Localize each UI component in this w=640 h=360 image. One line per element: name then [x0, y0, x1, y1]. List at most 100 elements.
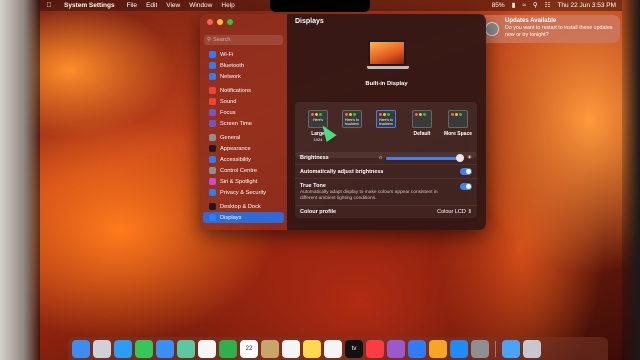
podcasts-icon[interactable]: [387, 339, 405, 358]
colour-profile-value: Colour LCD: [437, 209, 466, 215]
safari-icon[interactable]: [114, 339, 132, 358]
dock: 22 tv: [68, 337, 608, 360]
general-icon: [209, 134, 216, 141]
brightness-slider[interactable]: [386, 154, 465, 162]
sidebar-item-label: Accessibility: [220, 156, 251, 163]
menu-window[interactable]: Window: [189, 0, 212, 11]
menu-edit[interactable]: Edit: [146, 0, 157, 11]
search-input[interactable]: ⚲ Search: [204, 35, 283, 45]
maps-icon[interactable]: [177, 339, 195, 358]
wifi-icon[interactable]: ≈: [522, 0, 526, 11]
launchpad-icon[interactable]: [93, 339, 111, 358]
resolution-preview-text: Here's to troublem: [379, 118, 393, 126]
calendar-icon[interactable]: 22: [240, 339, 258, 358]
chevron-updown-icon: ⇕: [467, 209, 472, 215]
music-icon[interactable]: [366, 339, 384, 358]
display-base: [367, 66, 409, 69]
sidebar-item-focus[interactable]: Focus: [203, 107, 284, 118]
apple-menu-icon[interactable]: : [40, 0, 58, 11]
resolution-thumbnail: Here's to troublem: [342, 110, 362, 128]
battery-percent[interactable]: 85%: [492, 0, 505, 11]
control-centre-icon[interactable]: ☷: [545, 0, 551, 11]
brightness-label: Brightness: [300, 155, 329, 161]
camera-notch: [270, 0, 370, 12]
colour-profile-row: Colour profile Colour LCD ⇕: [295, 206, 477, 218]
close-button[interactable]: [207, 19, 213, 25]
search-icon: ⚲: [207, 37, 212, 43]
sidebar-item-label: Network: [220, 73, 241, 80]
menu-help[interactable]: Help: [221, 0, 234, 11]
photos-icon[interactable]: [198, 339, 216, 358]
sidebar-item-wi-fi[interactable]: Wi-Fi: [203, 49, 284, 60]
menu-view[interactable]: View: [166, 0, 180, 11]
accessibility-icon: [209, 156, 216, 163]
sidebar-item-bluetooth[interactable]: Bluetooth: [203, 60, 284, 71]
control-centre-icon: [209, 167, 216, 174]
keynote-icon[interactable]: [408, 339, 426, 358]
pages-icon[interactable]: [429, 339, 447, 358]
background-right-edge: [622, 0, 640, 360]
auto-brightness-toggle[interactable]: [460, 168, 472, 175]
sidebar-item-accessibility[interactable]: Accessibility: [203, 154, 284, 165]
sidebar-item-control-centre[interactable]: Control Centre: [203, 165, 284, 176]
contacts-icon[interactable]: [261, 339, 279, 358]
sidebar-item-screen-time[interactable]: Screen Time: [203, 118, 284, 129]
notes-icon[interactable]: [303, 339, 321, 358]
minimize-button[interactable]: [217, 19, 223, 25]
page-title: Displays: [295, 18, 324, 25]
true-tone-toggle[interactable]: [460, 183, 472, 190]
sidebar-item-appearance[interactable]: Appearance: [203, 143, 284, 154]
sidebar-item-siri-spotlight[interactable]: Siri & Spotlight: [203, 176, 284, 187]
finder-icon[interactable]: [72, 339, 90, 358]
colour-profile-select[interactable]: Colour LCD ⇕: [437, 209, 472, 215]
messages-icon[interactable]: [135, 339, 153, 358]
resolution-option[interactable]: Default: [407, 110, 437, 137]
resolution-option[interactable]: Here's to troublem: [337, 110, 367, 131]
brightness-slider-knob[interactable]: [456, 154, 465, 162]
trash-icon[interactable]: [523, 339, 541, 358]
facetime-icon[interactable]: [219, 339, 237, 358]
screen-time-icon: [209, 120, 216, 127]
menu-file[interactable]: File: [127, 0, 137, 11]
app-store-icon[interactable]: [450, 339, 468, 358]
mail-icon[interactable]: [156, 339, 174, 358]
resolution-preview-text: Here's: [312, 118, 323, 122]
freeform-icon[interactable]: [324, 339, 342, 358]
sidebar-item-privacy-security[interactable]: Privacy & Security: [203, 187, 284, 198]
sidebar-group: Notifications Sound Focus Screen Time: [200, 85, 287, 129]
downloads-icon[interactable]: [502, 339, 520, 358]
bluetooth-icon: [209, 62, 216, 69]
tv-icon[interactable]: tv: [345, 339, 363, 358]
battery-icon[interactable]: ▮: [512, 0, 516, 11]
dock-separator: [495, 340, 496, 357]
display-thumbnail: [367, 40, 409, 70]
resolution-option[interactable]: More Space: [443, 110, 473, 137]
resolution-option[interactable]: Here's to troublem: [371, 110, 401, 131]
sidebar-item-network[interactable]: Network: [203, 71, 284, 82]
sidebar-item-label: General: [220, 134, 241, 141]
resolution-label: Default: [413, 131, 431, 137]
sidebar-item-sound[interactable]: Sound: [203, 96, 284, 107]
menu-app-name[interactable]: System Settings: [64, 0, 115, 11]
display-settings-list: Brightness ☼ ☀ Automatically adjust brig…: [295, 152, 477, 218]
true-tone-row: True Tone Automatically adapt display to…: [295, 179, 477, 206]
sidebar-item-notifications[interactable]: Notifications: [203, 85, 284, 96]
sidebar-item-label: Siri & Spotlight: [220, 178, 258, 185]
sidebar-item-desktop-dock[interactable]: Desktop & Dock: [203, 201, 284, 212]
update-notification[interactable]: Updates Available Do you want to restart…: [480, 15, 620, 43]
sidebar-item-displays[interactable]: Displays: [203, 212, 284, 223]
brightness-slider-fill: [386, 156, 461, 160]
sidebar-item-label: Screen Time: [220, 120, 252, 127]
background-left-edge: [0, 0, 40, 360]
sidebar-item-label: Notifications: [220, 87, 251, 94]
spotlight-icon[interactable]: ⚲: [533, 0, 538, 11]
privacy-security-icon: [209, 189, 216, 196]
brightness-low-icon: ☼: [378, 155, 384, 161]
system-settings-icon[interactable]: [471, 339, 489, 358]
zoom-button[interactable]: [227, 19, 233, 25]
sidebar-item-label: Focus: [220, 109, 236, 116]
menubar-clock[interactable]: Thu 22 Jun 3:53 PM: [557, 0, 616, 11]
sidebar-list: Wi-Fi Bluetooth Network Notifications Sound F…: [200, 49, 287, 223]
reminders-icon[interactable]: [282, 339, 300, 358]
sidebar-item-general[interactable]: General: [203, 132, 284, 143]
